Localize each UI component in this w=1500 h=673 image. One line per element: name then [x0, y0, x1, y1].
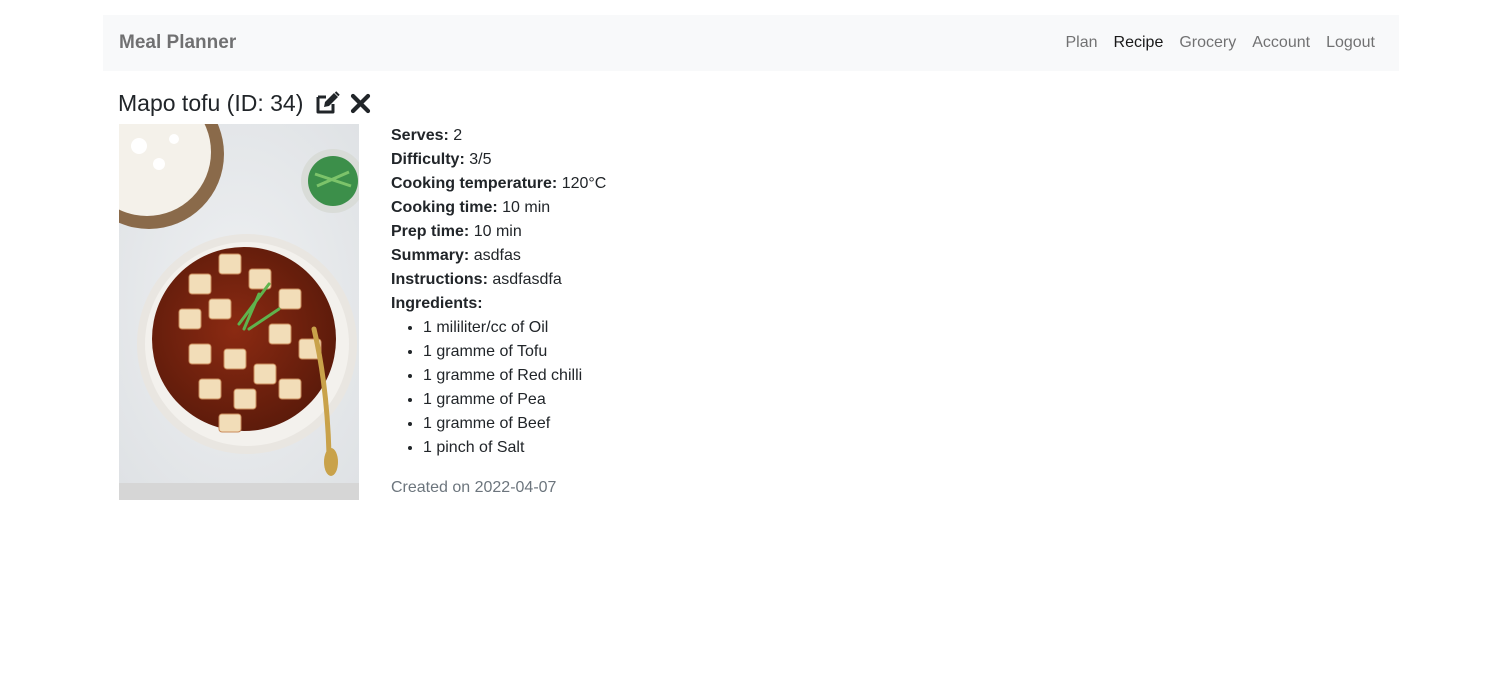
list-item: 1 pinch of Salt: [423, 436, 606, 460]
brand-link[interactable]: Meal Planner: [119, 32, 236, 54]
recipe-header: Mapo tofu (ID: 34): [118, 88, 374, 118]
field-label: Cooking time:: [391, 199, 498, 216]
field-label: Summary:: [391, 247, 470, 264]
field-label: Instructions:: [391, 271, 488, 288]
field-label: Cooking temperature:: [391, 175, 558, 192]
list-item: 1 gramme of Tofu: [423, 340, 606, 364]
field-value: 10 min: [502, 199, 551, 216]
field-cooking-temperature: Cooking temperature: 120°C: [391, 172, 606, 196]
list-item: 1 gramme of Red chilli: [423, 364, 606, 388]
recipe-title: Mapo tofu (ID: 34): [118, 90, 304, 116]
field-label: Prep time:: [391, 223, 470, 240]
list-item: 1 gramme of Beef: [423, 412, 606, 436]
list-item: 1 gramme of Pea: [423, 388, 606, 412]
field-value: asdfas: [473, 247, 521, 264]
ingredients-list: 1 mililiter/cc of Oil 1 gramme of Tofu 1…: [391, 316, 606, 460]
recipe-details: Serves: 2 Difficulty: 3/5 Cooking temper…: [391, 124, 606, 500]
recipe-photo: [119, 124, 359, 500]
field-difficulty: Difficulty: 3/5: [391, 148, 606, 172]
field-serves: Serves: 2: [391, 124, 606, 148]
field-value: 3/5: [469, 151, 492, 168]
list-item: 1 mililiter/cc of Oil: [423, 316, 606, 340]
field-label: Serves:: [391, 127, 449, 144]
ingredients-heading: Ingredients:: [391, 292, 606, 316]
field-label: Difficulty:: [391, 151, 465, 168]
field-cooking-time: Cooking time: 10 min: [391, 196, 606, 220]
mapo-tofu-image: [119, 124, 359, 483]
field-instructions: Instructions: asdfasdfa: [391, 268, 606, 292]
field-value: 120°C: [561, 175, 607, 192]
nav-link-logout[interactable]: Logout: [1318, 32, 1383, 54]
ingredients-label: Ingredients:: [391, 295, 483, 312]
field-value: 2: [453, 127, 463, 144]
created-date: Created on 2022-04-07: [391, 479, 557, 496]
field-prep-time: Prep time: 10 min: [391, 220, 606, 244]
edit-icon[interactable]: [314, 90, 341, 116]
nav-link-plan[interactable]: Plan: [1058, 32, 1106, 54]
nav-links: Plan Recipe Grocery Account Logout: [1058, 32, 1384, 54]
close-icon[interactable]: [348, 90, 374, 116]
nav-link-grocery[interactable]: Grocery: [1171, 32, 1244, 54]
field-summary: Summary: asdfas: [391, 244, 606, 268]
nav-link-recipe[interactable]: Recipe: [1106, 32, 1172, 54]
field-value: asdfasdfa: [492, 271, 562, 288]
field-value: 10 min: [473, 223, 522, 240]
navbar: Meal Planner Plan Recipe Grocery Account…: [103, 15, 1399, 71]
nav-link-account[interactable]: Account: [1244, 32, 1318, 54]
